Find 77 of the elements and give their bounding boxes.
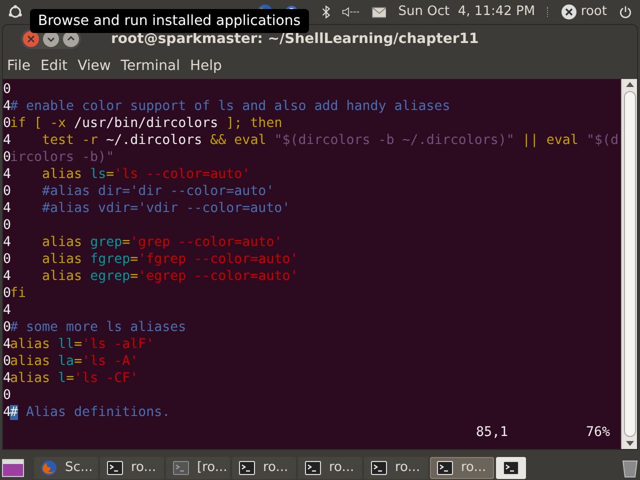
task-button[interactable] <box>496 457 526 479</box>
cursor-position: 85,1 <box>476 424 510 440</box>
menu-item[interactable]: File <box>7 56 30 76</box>
stray-character: 4 <box>3 268 9 285</box>
stray-character: 4 <box>3 302 9 319</box>
stray-character: 0 <box>3 319 9 336</box>
scroll-down-icon[interactable] <box>626 441 634 447</box>
menu-item[interactable]: View <box>78 56 111 76</box>
stray-character: 0 <box>3 353 9 370</box>
minimize-icon <box>47 35 55 43</box>
code-line: fi <box>10 285 26 302</box>
code-line: alias l='ls -CF' <box>10 370 138 387</box>
mail-icon[interactable] <box>372 6 386 18</box>
code-line: #alias vdir='vdir --color=auto' <box>41 200 290 217</box>
task-button[interactable]: Sc... <box>34 457 98 479</box>
stray-character: 0 <box>3 183 9 200</box>
stray-character: 4 <box>3 166 9 183</box>
stray-character: 4 <box>3 234 9 251</box>
close-icon <box>27 35 35 43</box>
task-button[interactable]: ro... <box>298 457 362 479</box>
code-line: # Alias definitions. <box>10 404 170 421</box>
code-line: #alias dir='dir --color=auto' <box>41 183 274 200</box>
bluetooth-icon[interactable] <box>322 4 330 20</box>
speaker-icon[interactable] <box>342 6 360 18</box>
menu-item[interactable]: Terminal <box>120 56 180 76</box>
code-line: # enable color support of ls and also add handy aliases <box>10 98 450 115</box>
clock[interactable]: Sun Oct 4, 11:42 PM <box>398 2 536 22</box>
scrollbar-thumb[interactable] <box>624 91 636 437</box>
power-icon[interactable] <box>618 4 632 20</box>
menu-item[interactable]: Help <box>190 56 222 76</box>
stray-character: 0 <box>3 285 9 302</box>
trash-icon[interactable] <box>622 458 638 478</box>
maximize-icon <box>67 35 75 43</box>
stray-character: 0 <box>3 387 9 404</box>
stray-character: 4 <box>3 200 9 217</box>
task-button[interactable]: ro... <box>232 457 296 479</box>
terminal-icon <box>503 461 519 475</box>
stray-character: 4 <box>3 98 9 115</box>
stray-character: 0 <box>3 251 9 268</box>
task-button[interactable]: ro... <box>430 457 494 479</box>
code-line: alias egrep='egrep --color=auto' <box>41 268 298 285</box>
task-button[interactable]: ro... <box>364 457 428 479</box>
browser-icon <box>41 460 57 476</box>
terminal-icon <box>173 461 189 475</box>
terminal-icon <box>371 461 387 475</box>
stray-character: 0 <box>3 81 9 98</box>
scroll-percent: 76% <box>586 424 610 440</box>
code-line: alias grep='grep --color=auto' <box>41 234 282 251</box>
stray-character: 0 <box>3 217 9 234</box>
terminal-icon <box>305 461 321 475</box>
show-desktop-icon[interactable] <box>2 459 24 477</box>
terminal-icon <box>437 461 453 475</box>
stray-character: 4 <box>3 336 9 353</box>
user-menu[interactable]: root <box>560 2 607 22</box>
code-line: alias fgrep='fgrep --color=auto' <box>41 251 298 268</box>
code-line: # some more ls aliases <box>10 319 186 336</box>
stray-character: 4 <box>3 370 9 387</box>
code-line: if [ -x /usr/bin/dircolors ]; then <box>10 115 282 132</box>
terminal-icon <box>239 461 255 475</box>
code-line: test -r ~/.dircolors && eval "$(dircolors -b ~/.dircolors)" || eval "$(d <box>41 132 618 149</box>
tooltip: Browse and run installed applications <box>30 9 309 33</box>
stray-character: 0 <box>3 149 9 166</box>
menu-item[interactable]: Edit <box>40 56 68 76</box>
task-button[interactable]: ro... <box>100 457 164 479</box>
terminal-icon <box>107 461 123 475</box>
code-line: alias la='ls -A' <box>10 353 138 370</box>
code-line: alias ls='ls --color=auto' <box>41 166 250 183</box>
task-button[interactable]: [ro... <box>166 457 230 479</box>
scroll-up-icon[interactable] <box>626 81 634 87</box>
scrollbar[interactable] <box>621 79 637 449</box>
stray-character: 0 <box>3 115 9 132</box>
status-icon <box>560 4 577 20</box>
stray-character: 4 <box>3 404 9 421</box>
close-button[interactable] <box>23 31 39 47</box>
stray-character: 4 <box>3 132 9 149</box>
code-line: ircolors -b)" <box>10 149 114 166</box>
code-line: alias ll='ls -alF' <box>10 336 154 353</box>
